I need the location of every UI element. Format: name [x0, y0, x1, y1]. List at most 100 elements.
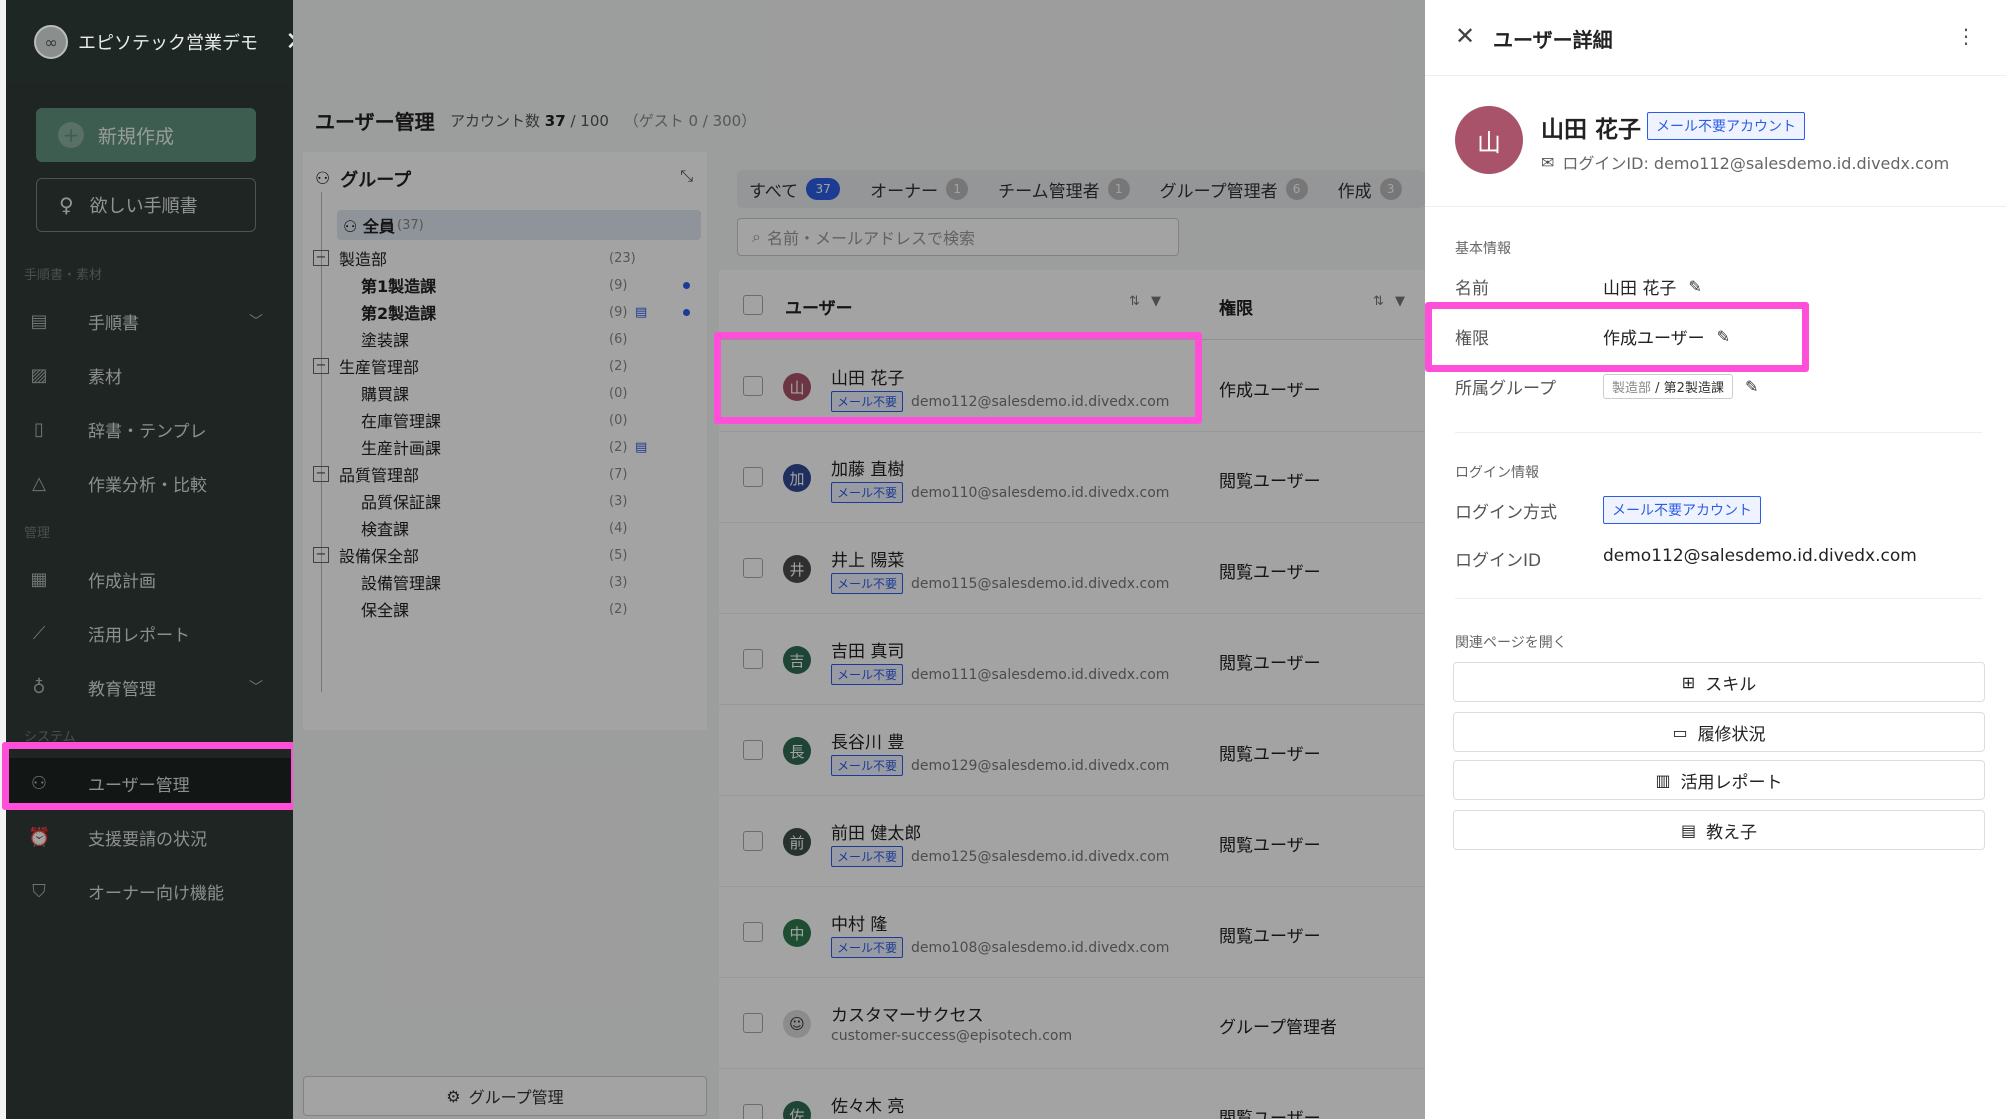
sidebar-item-support[interactable]: ⏰ 支援要請の状況: [6, 812, 293, 862]
filter-icon[interactable]: ▼: [1395, 294, 1405, 309]
tree-item[interactable]: 設備管理課 (3): [303, 567, 707, 597]
row-checkbox[interactable]: [743, 1104, 763, 1119]
sidebar-item-label: 辞書・テンプレ: [88, 421, 207, 442]
tree-item[interactable]: 生産計画課 (2) ▤: [303, 432, 707, 462]
no-mail-tag: メール不要: [831, 846, 904, 867]
sidebar-item-dictionary[interactable]: ▯ 辞書・テンプレ: [6, 404, 293, 454]
tree-item[interactable]: 第2製造課 (9) ▤: [303, 297, 707, 327]
want-manual-label: 欲しい手順書: [89, 196, 198, 217]
table-row[interactable]: 加 加藤 直樹 メール不要 demo110@salesdemo.id.divedx…: [719, 432, 1425, 523]
sidebar-item-label: 手順書: [88, 313, 139, 334]
edit-pencil-icon[interactable]: ✎: [1745, 377, 1758, 396]
collapse-icon[interactable]: ⤡: [680, 166, 693, 186]
tree-item[interactable]: 保全課 (2): [303, 594, 707, 624]
tree-item-dept[interactable]: − 生産管理部 (2): [303, 351, 707, 381]
course-status-link-button[interactable]: ▭ 履修状況: [1453, 712, 1985, 752]
table-row[interactable]: 前 前田 健太郎 メール不要 demo125@salesdemo.id.dived…: [719, 796, 1425, 887]
tree-item-dept[interactable]: − 設備保全部 (5): [303, 540, 707, 570]
collapse-toggle-icon[interactable]: −: [313, 250, 329, 266]
filter-icon[interactable]: ▼: [1151, 294, 1161, 309]
sidebar-item-materials[interactable]: ▨ 素材: [6, 350, 293, 400]
tree-label: 生産管理部: [339, 358, 420, 377]
search-input[interactable]: ⌕ 名前・メールアドレスで検索: [737, 218, 1179, 256]
collapse-toggle-icon[interactable]: −: [313, 547, 329, 563]
tab-group-admin[interactable]: グループ管理者 6: [1160, 177, 1308, 202]
tree-item[interactable]: 品質保証課 (3): [303, 486, 707, 516]
tree-count: (0): [609, 385, 628, 401]
table-row[interactable]: 長 長谷川 豊 メール不要 demo129@salesdemo.id.divedx…: [719, 705, 1425, 796]
row-checkbox[interactable]: [743, 1013, 763, 1033]
want-manual-button[interactable]: ♀ 欲しい手順書: [36, 178, 256, 232]
sidebar-item-label: 活用レポート: [88, 625, 190, 646]
tree-item-dept[interactable]: − 製造部 (23): [303, 243, 707, 273]
tab-all[interactable]: すべて 37: [749, 177, 841, 202]
row-checkbox[interactable]: [743, 649, 763, 669]
user-email: demo111@salesdemo.id.divedx.com: [911, 666, 1170, 683]
students-link-button[interactable]: ▤ 教え子: [1453, 810, 1985, 850]
tree-item[interactable]: 購買課 (0): [303, 378, 707, 408]
row-checkbox[interactable]: [743, 558, 763, 578]
tree-item[interactable]: 第1製造課 (9): [303, 270, 707, 300]
more-vertical-icon[interactable]: ⋮: [1956, 24, 1976, 48]
table-row[interactable]: 井 井上 陽菜 メール不要 demo115@salesdemo.id.divedx…: [719, 523, 1425, 614]
user-name: 前田 健太郎: [831, 824, 922, 844]
guest-count: （ゲスト 0 / 300）: [623, 112, 757, 130]
user-name: 中村 隆: [831, 915, 888, 935]
section-materials: 手順書・素材: [24, 268, 103, 283]
sidebar-item-label: 作成計画: [88, 571, 156, 592]
account-count-value: 37: [544, 112, 566, 130]
close-icon[interactable]: ✕: [1455, 22, 1475, 50]
workspace-logo-icon: ∞: [34, 25, 68, 59]
sort-icon[interactable]: ⇅: [1373, 294, 1384, 309]
tab-creator[interactable]: 作成 3: [1338, 177, 1402, 202]
user-role: 閲覧ユーザー: [1219, 1109, 1321, 1119]
plus-icon: +: [58, 122, 84, 148]
user-name: 吉田 真司: [831, 642, 905, 662]
chevron-down-icon[interactable]: ﹀: [249, 311, 263, 331]
shield-icon: ⛉: [32, 880, 46, 902]
all-icon-label: ⚇ 全員: [343, 217, 395, 236]
collapse-toggle-icon[interactable]: −: [313, 358, 329, 374]
group-manage-button[interactable]: ⚙ グループ管理: [303, 1076, 707, 1116]
chevron-down-icon[interactable]: ﹀: [249, 677, 263, 697]
table-row[interactable]: 佐 佐々木 亮 閲覧ユーザー: [719, 1069, 1425, 1119]
workspace-header: ∞ エピソテック営業デモ: [6, 0, 313, 84]
edit-pencil-icon[interactable]: ✎: [1688, 277, 1701, 296]
avatar: 加: [783, 464, 811, 492]
row-checkbox[interactable]: [743, 922, 763, 942]
tree-item[interactable]: 塗装課 (6): [303, 324, 707, 354]
table-row[interactable]: 中 中村 隆 メール不要 demo108@salesdemo.id.divedx.…: [719, 887, 1425, 978]
table-row[interactable]: ☺ カスタマーサクセス customer-success@episotech.c…: [719, 978, 1425, 1069]
tree-item-dept[interactable]: − 品質管理部 (7): [303, 459, 707, 489]
tree-count: (2): [609, 601, 628, 617]
sort-icon[interactable]: ⇅: [1129, 294, 1140, 309]
row-checkbox[interactable]: [743, 467, 763, 487]
sidebar-item-analysis[interactable]: △ 作業分析・比較: [6, 458, 293, 508]
field-label-login-id: ログインID: [1455, 551, 1542, 571]
group-panel-header: ⚇ グループ: [315, 166, 411, 192]
tab-team-admin[interactable]: チーム管理者 1: [998, 177, 1130, 202]
tab-owner[interactable]: オーナー 1: [870, 177, 969, 202]
highlight-role-field: [1425, 302, 1809, 372]
highlight-user-management: [2, 742, 298, 810]
tree-item[interactable]: 在庫管理課 (0): [303, 405, 707, 435]
select-all-checkbox[interactable]: [743, 295, 763, 315]
sidebar-item-plan[interactable]: ▦ 作成計画: [6, 554, 293, 604]
row-checkbox[interactable]: [743, 831, 763, 851]
tree-item-all[interactable]: ⚇ 全員 (37): [337, 210, 701, 240]
skill-link-button[interactable]: ⊞ スキル: [1453, 662, 1985, 702]
collapse-toggle-icon[interactable]: −: [313, 466, 329, 482]
row-checkbox[interactable]: [743, 740, 763, 760]
sidebar-item-manuals[interactable]: ▤ 手順書 ﹀: [6, 296, 293, 346]
sidebar-item-report[interactable]: ⟋ 活用レポート: [6, 608, 293, 658]
sidebar-item-owner[interactable]: ⛉ オーナー向け機能: [6, 866, 293, 916]
login-id-value: demo112@salesdemo.id.divedx.com: [1603, 546, 1917, 566]
usage-report-link-button[interactable]: ▥ 活用レポート: [1453, 760, 1985, 800]
sidebar-item-education[interactable]: ♁ 教育管理 ﹀: [6, 662, 293, 712]
name-value: 山田 花子: [1603, 279, 1677, 299]
avatar: 中: [783, 919, 811, 947]
table-row[interactable]: 吉 吉田 真司 メール不要 demo111@salesdemo.id.divedx…: [719, 614, 1425, 705]
new-create-button[interactable]: + 新規作成: [36, 108, 256, 162]
tree-label: 設備管理課: [361, 574, 442, 593]
tree-item[interactable]: 検査課 (4): [303, 513, 707, 543]
